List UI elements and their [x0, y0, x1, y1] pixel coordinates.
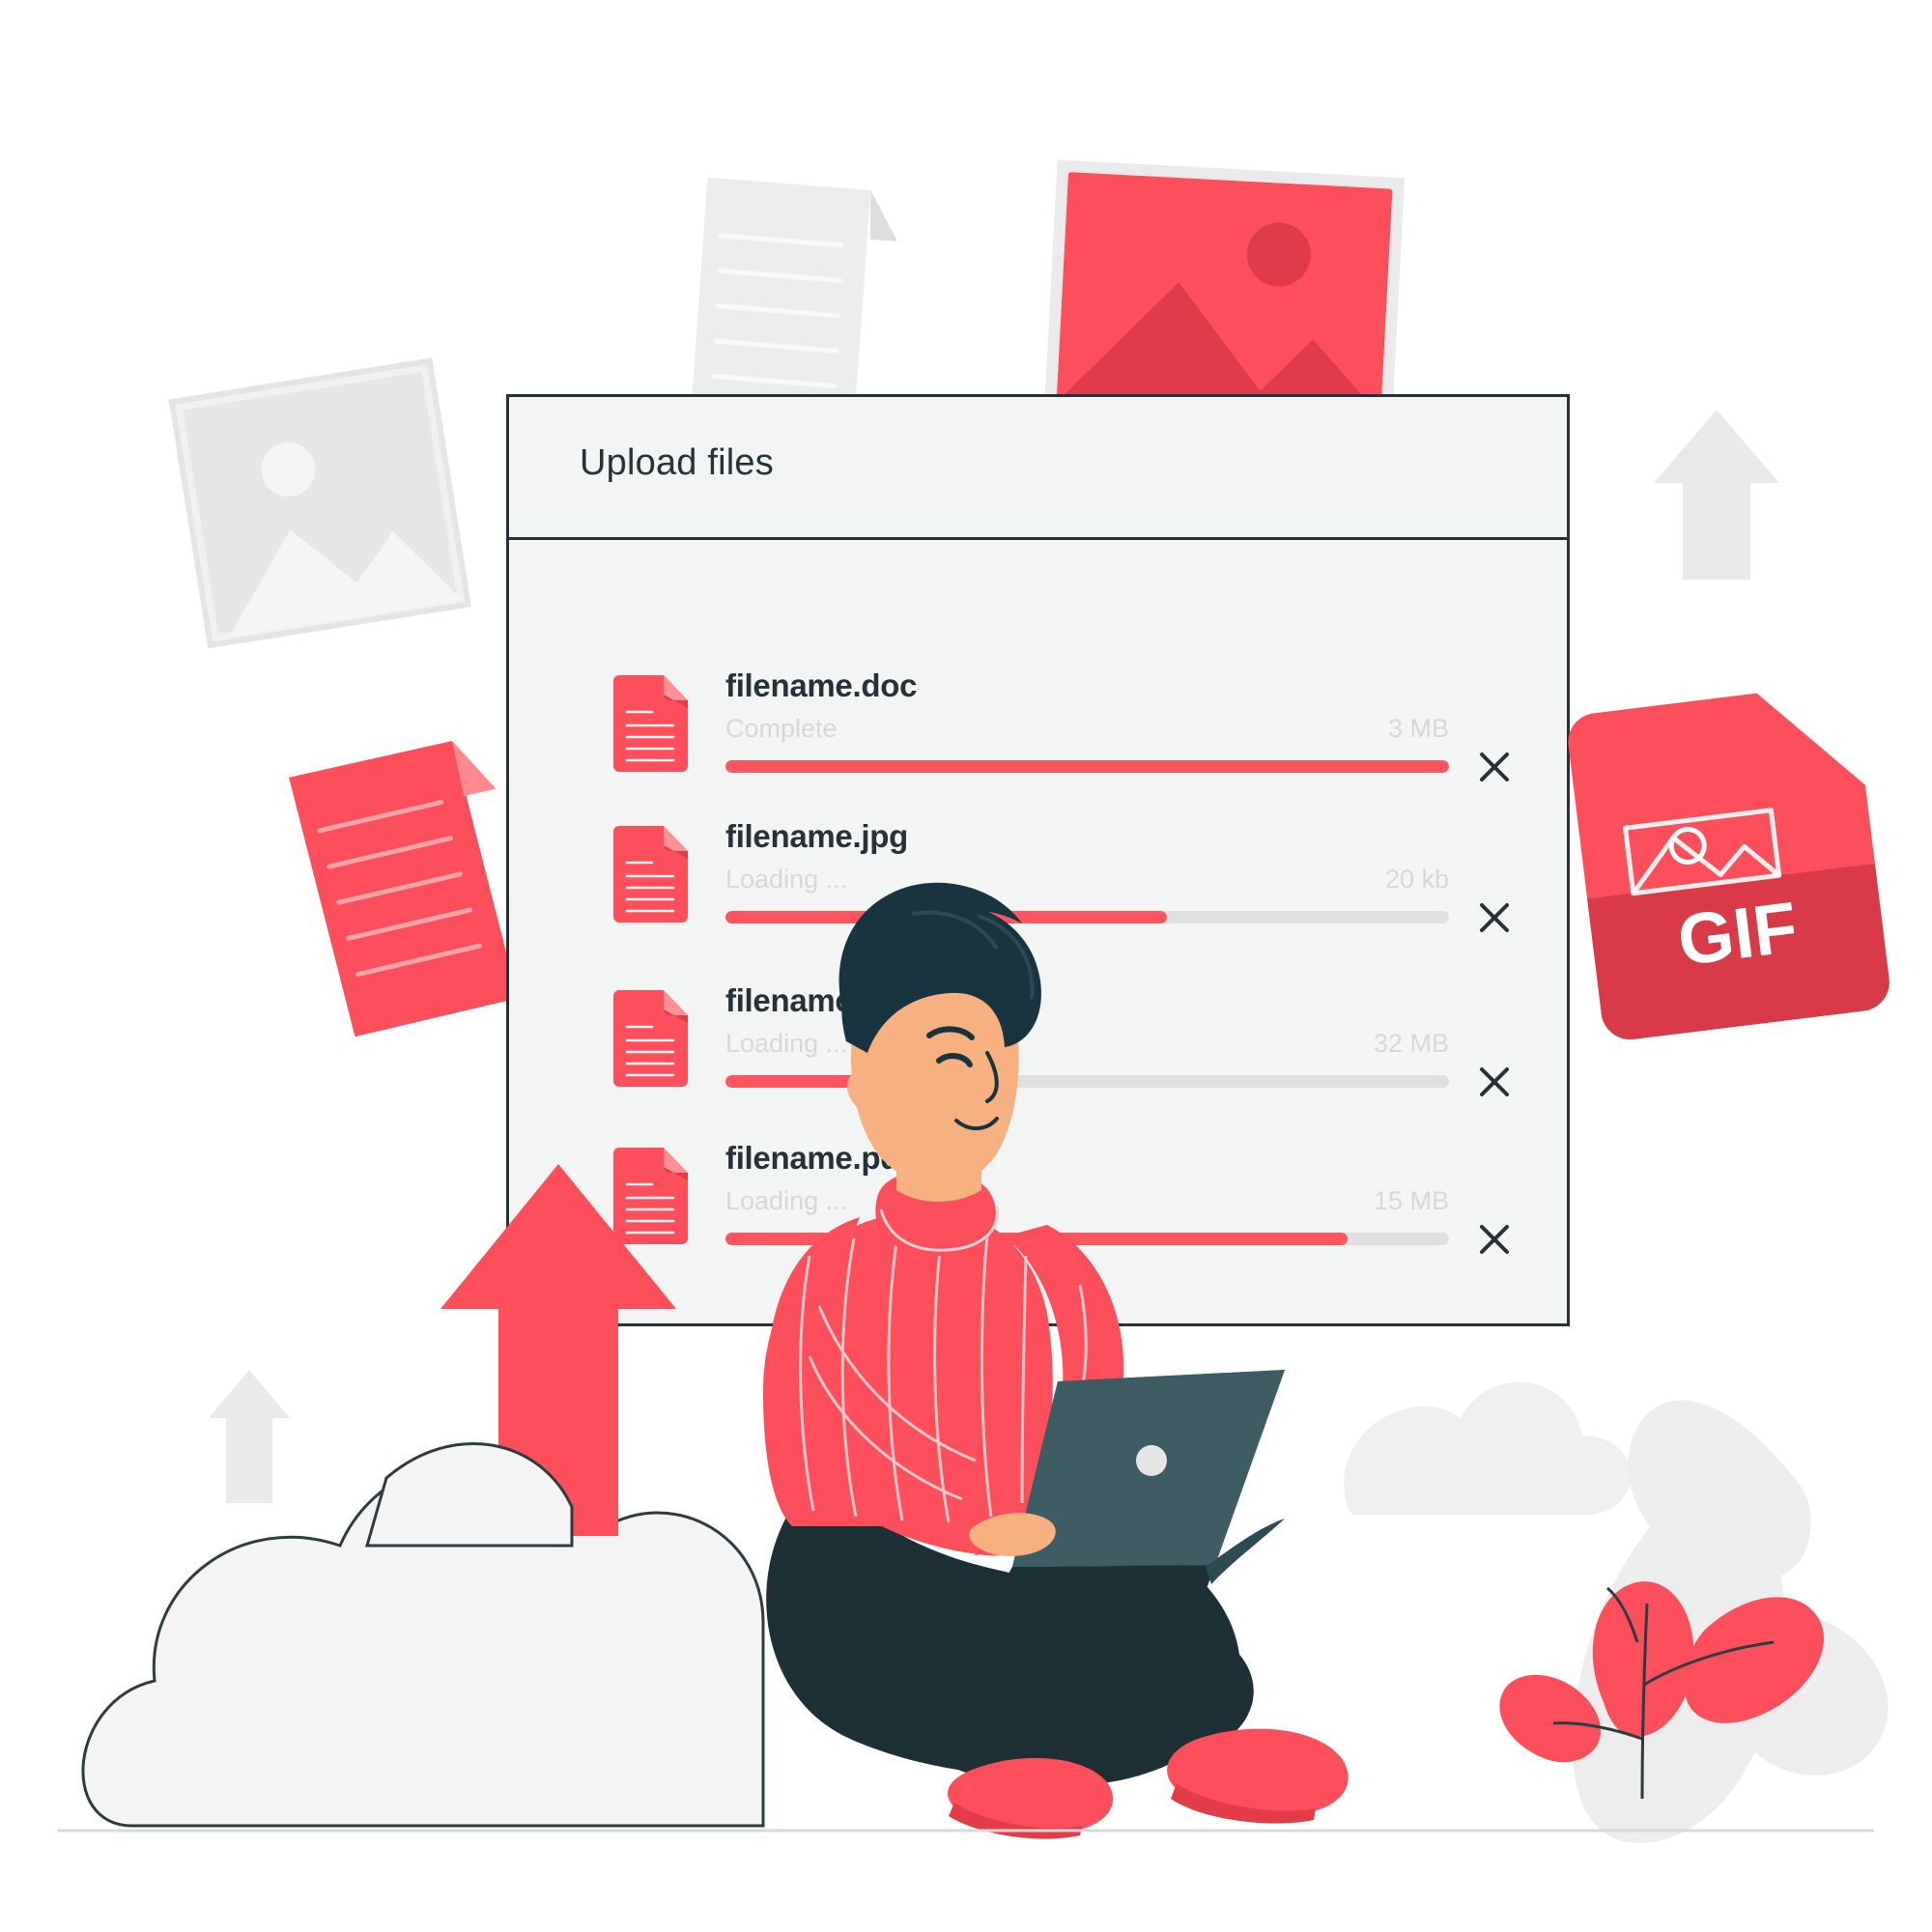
character-person — [763, 882, 1349, 1839]
plant-red-leaves — [1499, 1581, 1824, 1800]
foreground-decorations: GIF — [58, 693, 1889, 1839]
gif-badge-label: GIF — [1673, 887, 1802, 980]
illustration-canvas: Upload files filename.doc Complete 3 MB … — [0, 0, 1932, 1932]
gif-file-badge: GIF — [1568, 693, 1889, 1040]
